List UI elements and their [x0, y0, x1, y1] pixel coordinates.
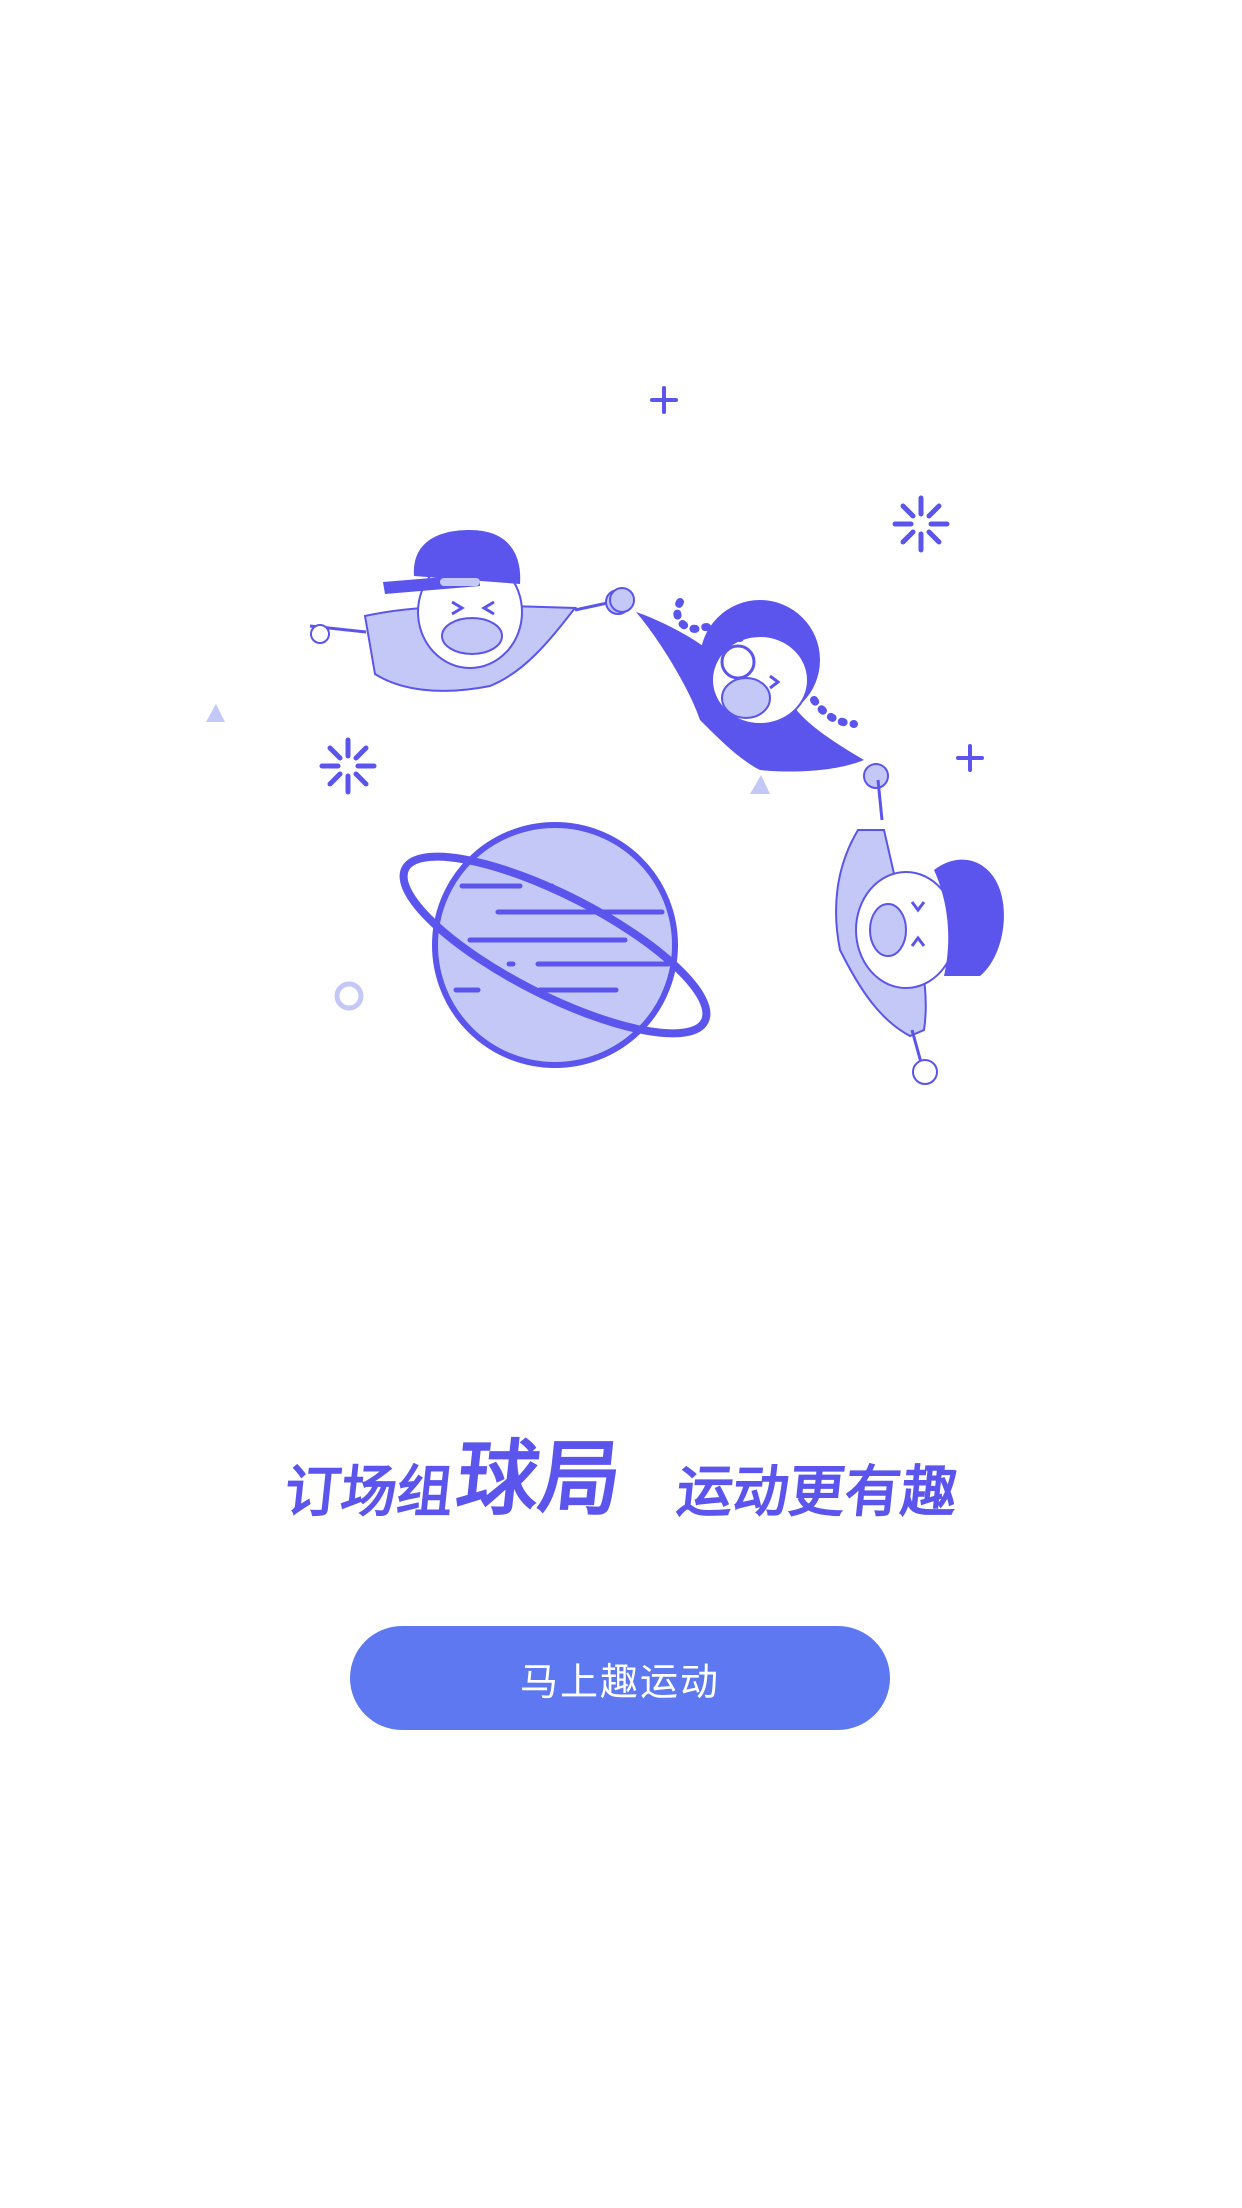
plus-icon	[650, 386, 678, 414]
sparkle-icon	[319, 737, 377, 795]
triangle-icon	[750, 775, 770, 794]
tagline-small-text: 订场组	[281, 1459, 457, 1525]
triangle-icon	[206, 704, 225, 722]
tagline-second-part: 运动更有趣	[673, 1459, 961, 1525]
hero-illustration	[206, 386, 1004, 1085]
plus-icon	[956, 744, 984, 772]
tagline-first-part: 订场组 球局	[281, 1431, 627, 1527]
tagline: 订场组 球局 运动更有趣	[0, 1410, 1242, 1527]
planet-icon	[399, 822, 711, 1068]
ring-icon	[334, 981, 364, 1011]
sparkle-icon	[892, 495, 950, 553]
girl-with-pigtails-icon	[609, 587, 889, 789]
start-now-button[interactable]: 马上趣运动	[350, 1626, 890, 1730]
tagline-big-text: 球局	[451, 1431, 627, 1527]
boy-with-curly-hair-icon	[835, 779, 1004, 1085]
boy-with-cap-icon	[309, 530, 631, 692]
